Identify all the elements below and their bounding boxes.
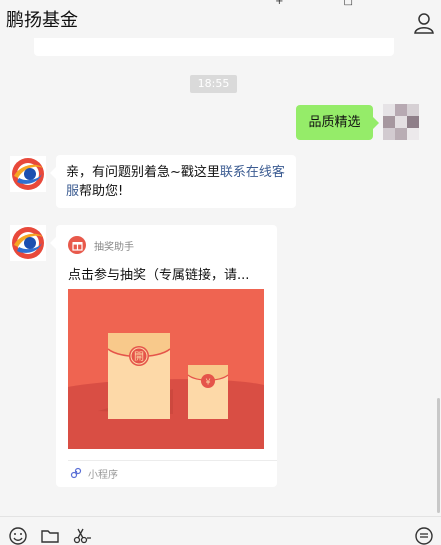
small-envelope-char: ¥ xyxy=(205,378,210,387)
mini-program-icon xyxy=(70,467,82,479)
folder-icon[interactable] xyxy=(40,526,60,545)
bot-avatar[interactable] xyxy=(10,225,46,261)
mini-program-source: 抽奖助手 xyxy=(68,236,134,254)
previous-card-bottom xyxy=(34,38,394,56)
mini-program-label: 小程序 xyxy=(88,469,118,481)
chat-header: 鹏扬基金 +□ xyxy=(0,0,441,36)
scissors-icon[interactable] xyxy=(72,526,92,545)
my-avatar[interactable] xyxy=(383,104,419,140)
input-toolbar xyxy=(0,516,441,545)
window-controls[interactable]: +□ xyxy=(275,0,413,7)
lottery-cover-image: 開 ¥ xyxy=(68,289,264,449)
outgoing-message[interactable]: 品质精选 xyxy=(296,105,379,140)
card-divider xyxy=(68,460,277,461)
bot-avatar[interactable] xyxy=(10,156,46,192)
timestamp: 18:55 xyxy=(190,75,237,93)
user-profile-icon[interactable] xyxy=(413,12,435,34)
mini-program-title: 点击参与抽奖（专属链接，请... xyxy=(68,268,250,283)
incoming-message: 亲，有问题别着急~戳这里联系在线客服帮助您! xyxy=(50,155,296,208)
big-envelope-char: 開 xyxy=(134,351,144,363)
gift-icon xyxy=(68,236,86,254)
mini-program-name: 抽奖助手 xyxy=(94,241,134,253)
emoji-icon[interactable] xyxy=(8,526,28,545)
chat-bubble-icon[interactable] xyxy=(414,526,434,545)
chat-title: 鹏扬基金 xyxy=(6,10,78,31)
mini-program-footer: 小程序 xyxy=(70,465,118,481)
mini-program-card[interactable]: 抽奖助手 点击参与抽奖（专属链接，请... 開 ¥ 小程序 xyxy=(50,225,277,487)
scrollbar[interactable] xyxy=(437,398,440,513)
